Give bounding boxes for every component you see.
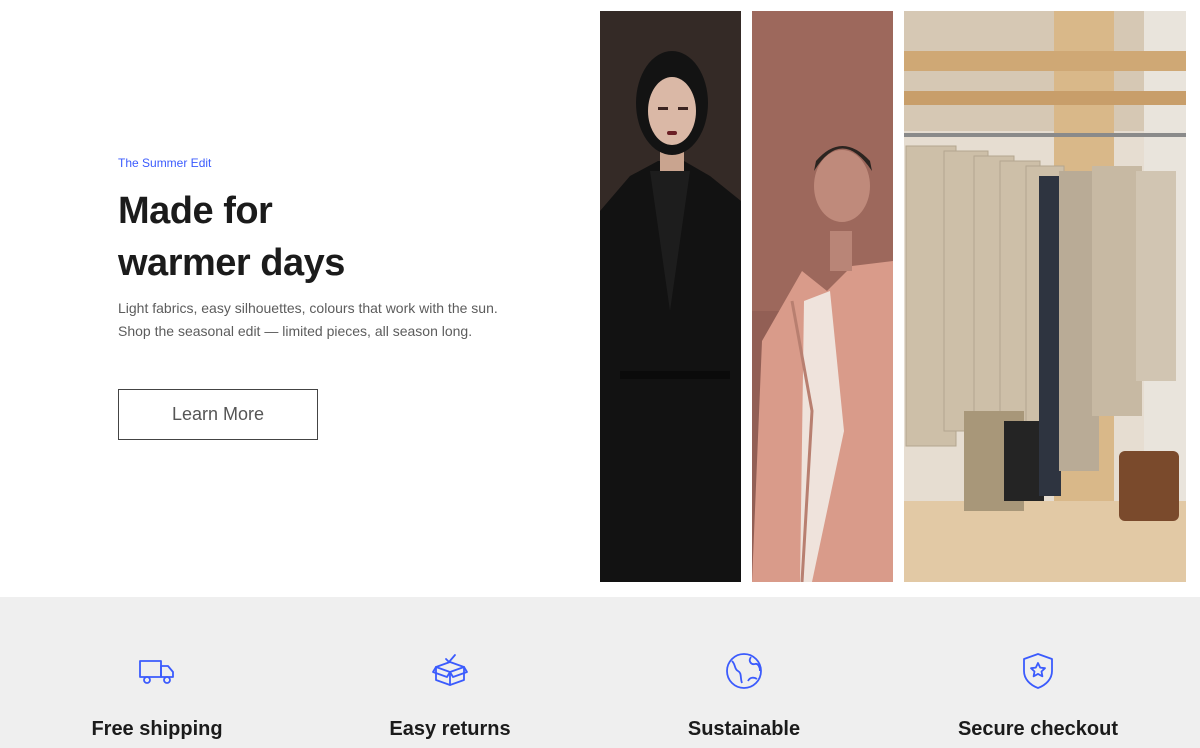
woman-black-coat-photo: [600, 11, 741, 582]
features-bar: Free shipping Easy returns Sustainable S…: [0, 597, 1200, 748]
truck-icon: [137, 651, 177, 691]
learn-more-button[interactable]: Learn More: [118, 389, 318, 440]
hero-text-block: The Summer Edit Made for warmer days Lig…: [118, 155, 518, 343]
feature-free-shipping: Free shipping: [10, 597, 304, 748]
feature-easy-returns: Easy returns: [303, 597, 597, 748]
hero-eyebrow: The Summer Edit: [118, 156, 212, 170]
feature-label: Free shipping: [91, 718, 223, 740]
feature-secure-checkout: Secure checkout: [891, 597, 1185, 748]
hero-title-line-2: warmer days: [118, 242, 345, 284]
clothing-rack-photo: [904, 11, 1186, 582]
globe-icon: [724, 651, 764, 691]
feature-label: Easy returns: [389, 718, 511, 740]
feature-sustainable: Sustainable: [597, 597, 891, 748]
hero-section: The Summer Edit Made for warmer days Lig…: [0, 0, 1200, 597]
hero-description: Light fabrics, easy silhouettes, colours…: [118, 300, 498, 339]
box-icon: [430, 651, 470, 691]
feature-label: Secure checkout: [957, 718, 1119, 740]
hero-title: Made for warmer days: [118, 185, 518, 289]
feature-label: Sustainable: [687, 718, 801, 740]
man-pink-coat-photo: [752, 11, 893, 582]
hero-title-line-1: Made for: [118, 190, 273, 232]
shield-icon: [1018, 651, 1058, 691]
